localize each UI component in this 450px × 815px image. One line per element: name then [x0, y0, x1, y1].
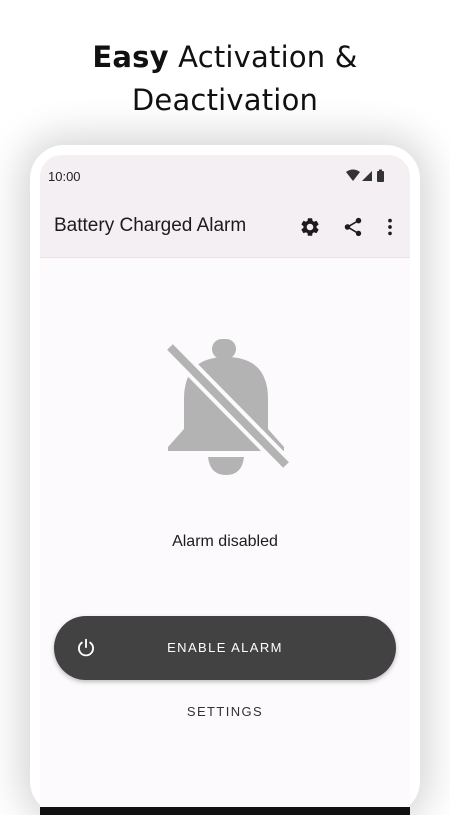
enable-alarm-label: ENABLE ALARM — [167, 640, 283, 655]
promo-headline-bold: Easy — [92, 40, 169, 74]
enable-alarm-button[interactable]: ENABLE ALARM — [54, 616, 396, 680]
app-title: Battery Charged Alarm — [54, 215, 247, 236]
promo-headline-line2: Deactivation — [131, 83, 319, 117]
promo-headline: Easy Activation & Deactivation — [0, 36, 450, 122]
gear-icon — [301, 218, 319, 236]
share-icon — [344, 217, 362, 237]
phone-screen: 10:00 Battery Charged Alarm Alarm disabl… — [40, 155, 410, 815]
promo-headline-line1: Activation & — [168, 40, 358, 74]
alarm-status-text: Alarm disabled — [172, 533, 278, 550]
status-bar: 10:00 — [40, 155, 410, 197]
share-action-button[interactable] — [339, 213, 367, 241]
settings-action-button[interactable] — [296, 213, 324, 241]
wifi-icon — [346, 169, 360, 181]
more-options-button[interactable] — [376, 213, 404, 241]
bell-off-icon — [164, 339, 290, 475]
app-bar: Battery Charged Alarm — [40, 197, 410, 258]
more-vert-icon — [388, 218, 392, 236]
cell-signal-icon — [362, 171, 372, 181]
status-icons — [346, 169, 384, 182]
navigation-bar-strip — [40, 807, 410, 815]
status-time: 10:00 — [48, 169, 81, 184]
battery-icon — [377, 171, 384, 182]
settings-button[interactable]: SETTINGS — [150, 695, 300, 729]
